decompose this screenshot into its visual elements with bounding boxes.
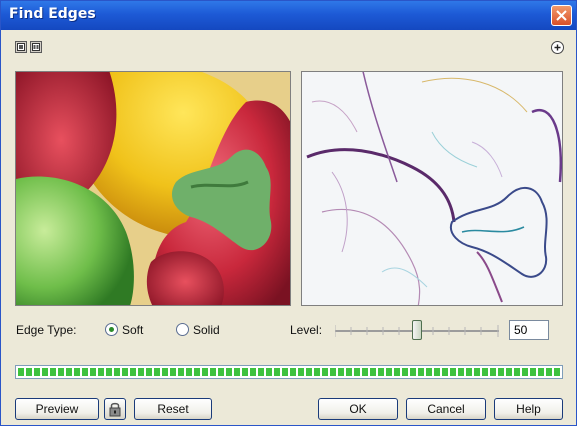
- original-pepper-image: [16, 72, 290, 305]
- reset-button[interactable]: Reset: [134, 398, 212, 420]
- help-icon: [554, 44, 561, 51]
- soft-radio[interactable]: [105, 323, 118, 336]
- dialog-title: Find Edges: [9, 6, 96, 22]
- level-label: Level:: [290, 323, 323, 337]
- help-toggle-button[interactable]: [551, 41, 564, 54]
- progress-fill: [18, 368, 560, 376]
- close-button[interactable]: [551, 5, 572, 26]
- progress-bar: [15, 365, 563, 379]
- lock-preview-button[interactable]: [104, 398, 126, 420]
- lock-icon: [109, 402, 121, 417]
- find-edges-dialog: Find Edges Edge Type: Soft Solid Level: …: [0, 0, 577, 426]
- level-input[interactable]: 50: [509, 320, 549, 340]
- preview-button[interactable]: Preview: [15, 398, 99, 420]
- close-icon: [556, 10, 567, 21]
- ok-button[interactable]: OK: [318, 398, 398, 420]
- radio-selected-dot: [109, 327, 114, 332]
- single-preview-button[interactable]: [15, 41, 27, 53]
- edge-type-label: Edge Type:: [16, 323, 77, 337]
- level-slider-thumb[interactable]: [412, 320, 422, 340]
- solid-radio-label[interactable]: Solid: [193, 323, 220, 337]
- solid-radio[interactable]: [176, 323, 189, 336]
- dual-preview-icon: [32, 43, 40, 51]
- soft-radio-label[interactable]: Soft: [122, 323, 143, 337]
- single-preview-icon: [17, 43, 25, 51]
- help-button[interactable]: Help: [494, 398, 563, 420]
- original-preview[interactable]: [15, 71, 291, 306]
- result-preview[interactable]: [301, 71, 563, 306]
- edges-pepper-image: [302, 72, 562, 305]
- title-bar[interactable]: Find Edges: [1, 1, 576, 30]
- dual-preview-button[interactable]: [30, 41, 42, 53]
- cancel-button[interactable]: Cancel: [406, 398, 486, 420]
